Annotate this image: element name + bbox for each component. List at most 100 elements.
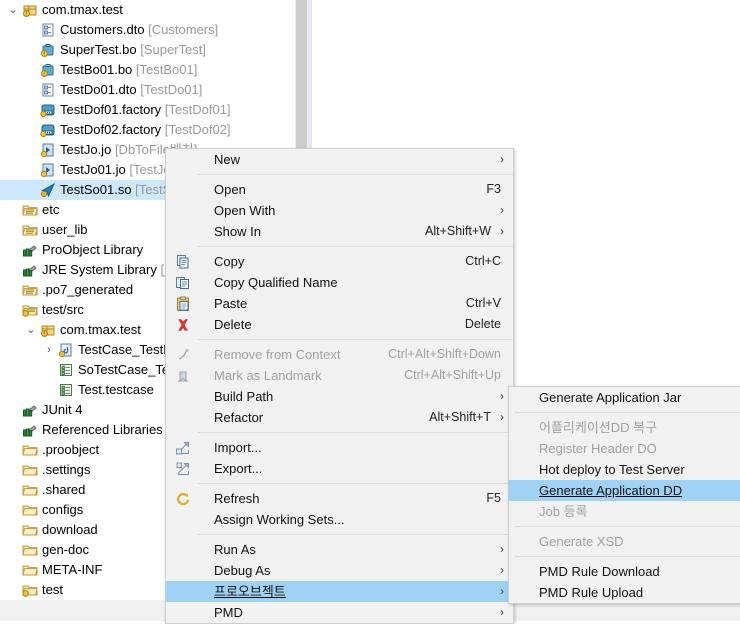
tree-item-label: user_lib: [42, 222, 88, 237]
menu-item-label: Run As: [214, 542, 256, 557]
tree-item-label: com.tmax.test: [42, 2, 123, 17]
tree-item-label: TestDof01.factory [TestDof01]: [60, 102, 231, 117]
tree-item-suffix: [TestBo01]: [135, 62, 198, 77]
menu-item-open-with[interactable]: Open With ›: [166, 200, 513, 221]
menu-item-show-in[interactable]: Show In Alt+Shift+W ›: [166, 221, 513, 242]
menu-item-assign-working-sets[interactable]: Assign Working Sets...: [166, 509, 513, 530]
jo-icon: [40, 142, 56, 158]
import-icon: [175, 440, 191, 456]
submenu-item-label: 어플리케이션DD 복구: [539, 420, 658, 435]
menu-item-label: New: [214, 152, 241, 167]
remove-context-icon: [175, 347, 191, 363]
folder-icon: [22, 442, 38, 458]
library-icon: [22, 262, 38, 278]
paste-icon: [175, 296, 191, 312]
tree-item[interactable]: ! SuperTest.bo [SuperTest]: [0, 40, 296, 60]
submenu-item-job-등록: Job 등록: [509, 501, 740, 522]
testcase-icon: [58, 382, 74, 398]
menu-item-shortcut: F3: [486, 182, 501, 196]
menu-item-label: PMD: [214, 605, 243, 620]
tree-item-label: test/src: [42, 302, 84, 317]
submenu-item-generate-application-dd[interactable]: Generate Application DD: [509, 480, 740, 501]
menu-item-delete[interactable]: Delete Delete: [166, 314, 513, 335]
tree-item-suffix: [Customers]: [148, 22, 219, 37]
menu-item-open[interactable]: Open F3: [166, 179, 513, 200]
menu-item-paste[interactable]: Paste Ctrl+V: [166, 293, 513, 314]
submenu-item-label: Job 등록: [539, 504, 588, 519]
submenu-item-label: Hot deploy to Test Server: [539, 462, 685, 477]
tree-item-label: JUnit 4: [42, 402, 83, 417]
menu-item-copy-qualified-name[interactable]: Copy Qualified Name: [166, 272, 513, 293]
jo-icon: [40, 162, 56, 178]
submenu-item-generate-xsd: Generate XSD: [509, 531, 740, 552]
svg-text:!: !: [43, 192, 44, 197]
context-menu[interactable]: New › Open F3 Open With › Show In Alt+Shift+W › C…: [165, 148, 514, 624]
menu-item-copy[interactable]: Copy Ctrl+C: [166, 251, 513, 272]
menu-separator: [174, 246, 513, 247]
menu-item-export[interactable]: Export...: [166, 458, 513, 479]
folder-icon: [22, 542, 38, 558]
submenu-item-generate-application-jar[interactable]: Generate Application Jar: [509, 387, 740, 408]
refresh-icon: [175, 491, 191, 507]
menu-item-new[interactable]: New ›: [166, 149, 513, 170]
tree-item-suffix: [SuperTest]: [140, 42, 206, 57]
chevron-right-icon: ›: [500, 584, 504, 598]
delete-icon: [175, 317, 191, 333]
package-icon: !: [40, 322, 56, 338]
tree-item-label: TestDo01.dto [TestDo01]: [60, 82, 203, 97]
menu-item-프로오브젝트[interactable]: 프로오브젝트 ›: [166, 581, 513, 602]
tree-item[interactable]: TestDof01.factory [TestDof01]: [0, 100, 296, 120]
submenu-separator: [515, 526, 740, 527]
package-icon: !: [22, 2, 38, 18]
svg-text:!: !: [44, 332, 45, 338]
dto-icon: [40, 22, 56, 38]
menu-item-label: Mark as Landmark: [214, 368, 322, 383]
submenu-item-pmd-rule-download[interactable]: PMD Rule Download: [509, 561, 740, 582]
chevron-down-icon[interactable]: ⌄: [6, 0, 20, 20]
menu-item-run-as[interactable]: Run As ›: [166, 539, 513, 560]
folder-icon: [22, 562, 38, 578]
factory-icon: [40, 102, 56, 118]
tree-item-label: etc: [42, 202, 60, 217]
submenu-item-label: Generate XSD: [539, 534, 624, 549]
tree-item-label: .shared: [42, 482, 86, 497]
menu-item-label: Build Path: [214, 389, 274, 404]
tree-item[interactable]: Customers.dto [Customers]: [0, 20, 296, 40]
folder-icon: [22, 462, 38, 478]
export-icon: [175, 461, 191, 477]
tree-item-suffix: [TestDo01]: [140, 82, 203, 97]
tree-item-label: Referenced Libraries: [42, 422, 163, 437]
tree-item-label: test: [42, 582, 63, 597]
menu-item-shortcut: Ctrl+Alt+Shift+Up: [404, 368, 501, 382]
folder-icon: [22, 482, 38, 498]
menu-item-shortcut: Ctrl+C: [465, 254, 501, 268]
menu-item-shortcut: F5: [486, 491, 501, 505]
tree-item-label: configs: [42, 502, 84, 517]
testcase-icon: [58, 362, 74, 378]
tree-item[interactable]: TestDo01.dto [TestDo01]: [0, 80, 296, 100]
menu-item-refactor[interactable]: Refactor Alt+Shift+T ›: [166, 407, 513, 428]
tree-item[interactable]: ⌄! com.tmax.test: [0, 0, 296, 20]
tree-item-label: Customers.dto [Customers]: [60, 22, 219, 37]
tree-item[interactable]: ! TestBo01.bo [TestBo01]: [0, 60, 296, 80]
menu-item-debug-as[interactable]: Debug As ›: [166, 560, 513, 581]
chevron-down-icon[interactable]: ⌄: [24, 320, 38, 340]
menu-item-refresh[interactable]: Refresh F5: [166, 488, 513, 509]
tree-item-label: .po7_generated: [42, 282, 134, 297]
folder-src-icon: [22, 222, 38, 238]
menu-item-build-path[interactable]: Build Path ›: [166, 386, 513, 407]
proobject-submenu[interactable]: Generate Application Jar 어플리케이션DD 복구 Regis…: [508, 386, 740, 604]
menu-item-pmd[interactable]: PMD ›: [166, 602, 513, 623]
chevron-right-icon[interactable]: ›: [42, 340, 56, 360]
tree-item-label: gen-doc: [42, 542, 89, 557]
menu-item-remove-from-context: Remove from Context Ctrl+Alt+Shift+Down: [166, 344, 513, 365]
tree-item[interactable]: TestDof02.factory [TestDof02]: [0, 120, 296, 140]
chevron-right-icon: ›: [500, 152, 504, 166]
chevron-right-icon: ›: [500, 224, 504, 238]
menu-item-import[interactable]: Import...: [166, 437, 513, 458]
submenu-item-hot-deploy-to-test-server[interactable]: Hot deploy to Test Server: [509, 459, 740, 480]
submenu-item-pmd-rule-upload[interactable]: PMD Rule Upload: [509, 582, 740, 603]
bo-icon: !: [40, 62, 56, 78]
dto-icon: [40, 82, 56, 98]
submenu-item-label: PMD Rule Download: [539, 564, 660, 579]
